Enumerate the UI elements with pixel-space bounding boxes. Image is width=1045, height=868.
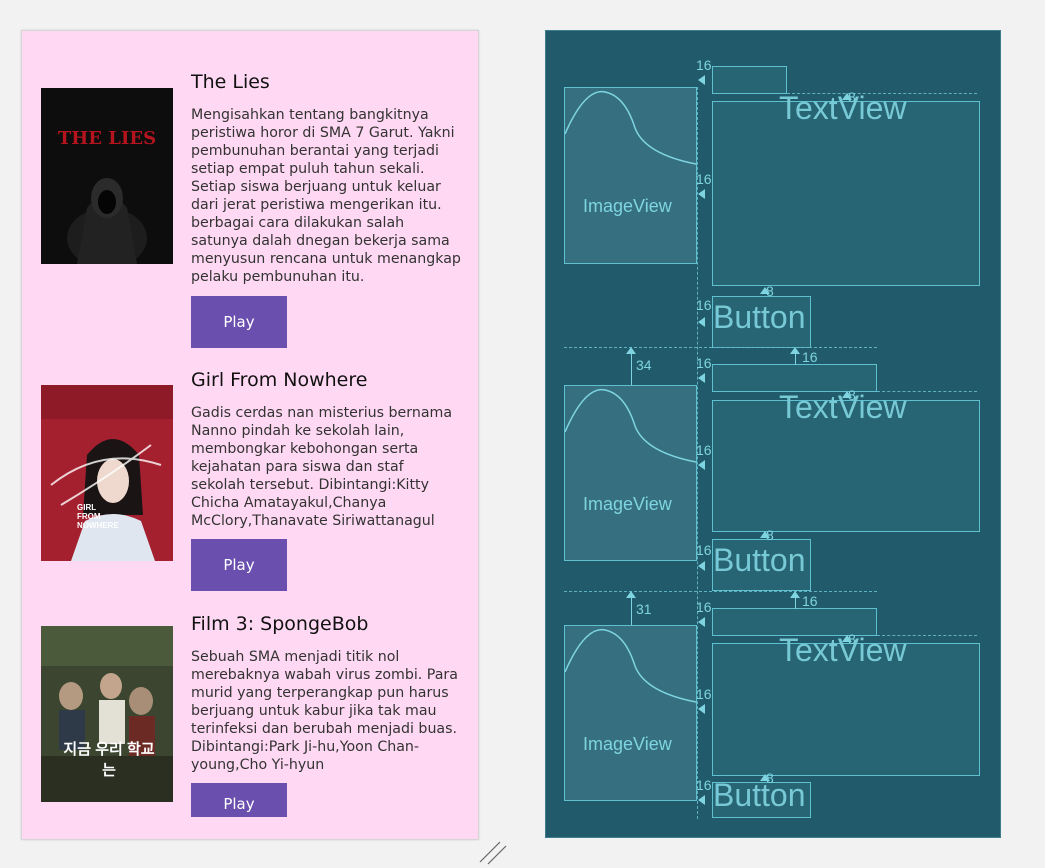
- movie-poster-image[interactable]: THE LIES: [41, 88, 173, 264]
- constraint-arrow-icon: [790, 347, 800, 354]
- play-button[interactable]: Play: [191, 783, 287, 817]
- constraint-arrow-icon: [698, 460, 705, 470]
- margin-label: 16: [696, 686, 712, 702]
- margin-label: 16: [802, 593, 818, 609]
- margin-label: 31: [636, 601, 652, 617]
- constraint-arrow-icon: [698, 617, 705, 627]
- imageview-placeholder-icon: [565, 628, 696, 703]
- button-label: Button: [713, 299, 806, 335]
- constraint-line: [631, 353, 632, 385]
- margin-label: 16: [802, 349, 818, 365]
- movie-title: The Lies: [191, 71, 270, 93]
- movie-title: Girl From Nowhere: [191, 369, 368, 391]
- imageview-outline[interactable]: ImageView: [564, 87, 697, 264]
- movie-description: Mengisahkan tentang bangkitnya peristiwa…: [191, 107, 461, 285]
- poster-title-text: 지금 우리 학교는: [63, 741, 155, 779]
- margin-label: 16: [696, 297, 712, 313]
- title-textview-outline[interactable]: [712, 66, 787, 94]
- resize-handle-icon[interactable]: [478, 840, 508, 866]
- movie-description: Gadis cerdas nan misterius bernama Nanno…: [191, 405, 453, 529]
- poster-title-text: GIRL FROM NOWHERE: [77, 503, 119, 530]
- constraint-arrow-icon: [842, 635, 852, 642]
- margin-label: 16: [696, 442, 712, 458]
- imageview-label: ImageView: [583, 734, 672, 754]
- margin-label: 16: [696, 777, 712, 793]
- play-button[interactable]: Play: [191, 539, 287, 591]
- poster-title-text: THE LIES: [57, 128, 157, 149]
- imageview-outline[interactable]: ImageView: [564, 625, 697, 801]
- poster-girl-from-nowhere-illustration: [41, 385, 173, 561]
- imageview-label: ImageView: [583, 196, 672, 216]
- constraint-arrow-icon: [698, 189, 705, 199]
- constraint-arrow-icon: [698, 317, 705, 327]
- margin-label: 16: [696, 542, 712, 558]
- constraint-arrow-icon: [790, 591, 800, 598]
- textview-outline[interactable]: TextView: [712, 389, 980, 532]
- margin-label: 16: [696, 355, 712, 371]
- movie-poster-image[interactable]: 지금 우리 학교는: [41, 626, 173, 802]
- margin-label: 16: [696, 599, 712, 615]
- constraint-arrow-icon: [626, 347, 636, 354]
- imageview-placeholder-icon: [565, 90, 696, 165]
- constraint-line: [795, 597, 796, 609]
- button-outline[interactable]: Button: [712, 539, 811, 591]
- constraint-line: [795, 353, 796, 365]
- constraint-arrow-icon: [698, 795, 705, 805]
- constraint-arrow-icon: [626, 591, 636, 598]
- button-outline[interactable]: Button: [712, 296, 811, 348]
- blueprint-panel[interactable]: ImageView TextView Button 16 8 16 8 16 3…: [545, 30, 1001, 838]
- imageview-outline[interactable]: ImageView: [564, 385, 697, 561]
- margin-label: 16: [696, 57, 712, 73]
- horizontal-guideline: [564, 591, 877, 592]
- poster-the-lies-illustration: [41, 88, 173, 264]
- constraint-arrow-icon: [698, 373, 705, 383]
- play-button[interactable]: Play: [191, 296, 287, 348]
- button-label: Button: [713, 542, 806, 578]
- constraint-arrow-icon: [760, 774, 770, 781]
- horizontal-guideline: [564, 347, 877, 348]
- constraint-arrow-icon: [698, 704, 705, 714]
- constraint-arrow-icon: [842, 391, 852, 398]
- margin-label: 34: [636, 357, 652, 373]
- margin-label: 16: [696, 171, 712, 187]
- constraint-arrow-icon: [760, 531, 770, 538]
- constraint-arrow-icon: [842, 93, 852, 100]
- movie-poster-image[interactable]: GIRL FROM NOWHERE: [41, 385, 173, 561]
- constraint-arrow-icon: [760, 287, 770, 294]
- constraint-line: [631, 597, 632, 625]
- imageview-placeholder-icon: [565, 388, 696, 463]
- button-outline[interactable]: Button: [712, 777, 811, 818]
- textview-outline[interactable]: TextView: [712, 632, 980, 776]
- button-label: Button: [713, 777, 806, 813]
- movie-description: Sebuah SMA menjadi titik nol merebaknya …: [191, 649, 458, 773]
- constraint-arrow-icon: [698, 561, 705, 571]
- movie-title: Film 3: SpongeBob: [191, 613, 369, 635]
- design-preview-panel[interactable]: THE LIES The Lies Mengisahkan tentang ba…: [21, 30, 479, 840]
- imageview-label: ImageView: [583, 494, 672, 514]
- play-button-label: Play: [223, 795, 255, 813]
- constraint-arrow-icon: [698, 75, 705, 85]
- textview-outline[interactable]: TextView: [712, 90, 980, 286]
